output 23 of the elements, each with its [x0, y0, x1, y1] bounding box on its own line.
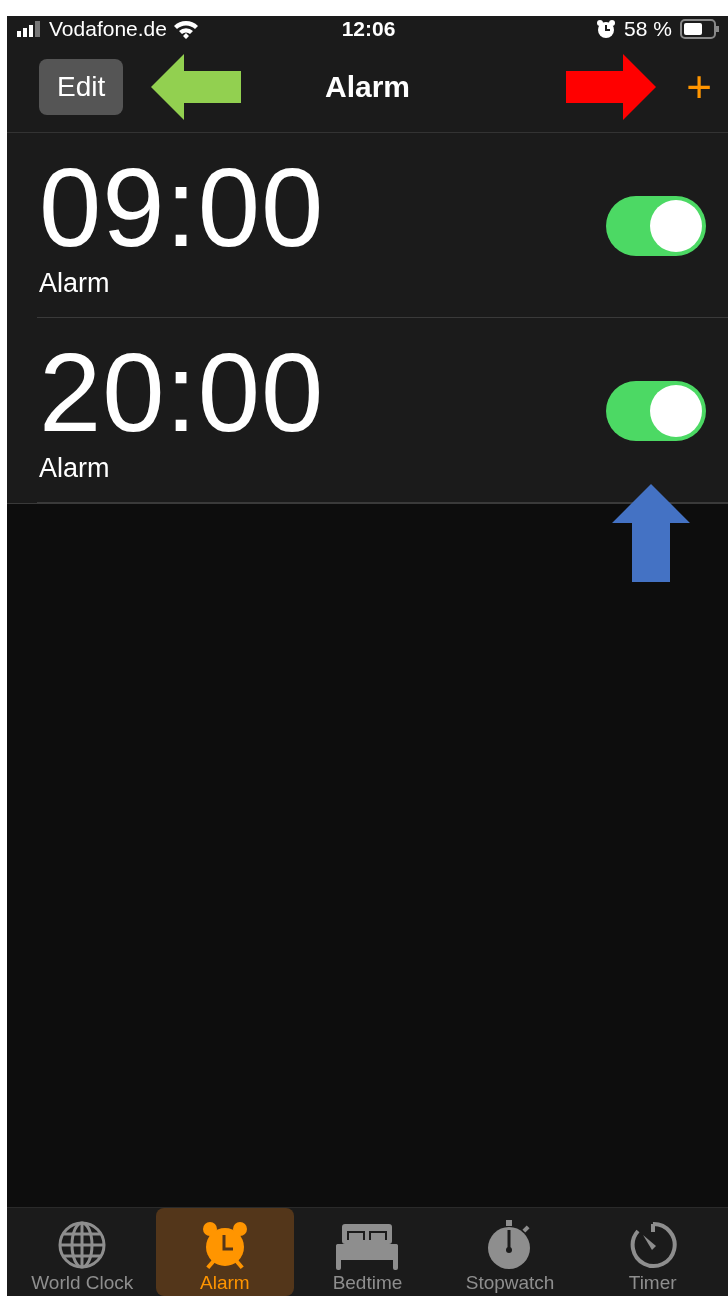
alarm-time: 09:00 — [39, 152, 326, 264]
alarm-label: Alarm — [39, 268, 111, 299]
alarm-label: Alarm — [39, 453, 111, 484]
battery-icon — [680, 19, 720, 39]
signal-icon — [17, 21, 43, 37]
battery-percentage: 58 % — [624, 17, 672, 41]
screen-title: Alarm — [324, 70, 410, 103]
tab-item[interactable]: Alarm — [155, 1208, 294, 1296]
globe-icon — [57, 1220, 108, 1270]
right-arrow-icon — [566, 54, 657, 120]
tab-item[interactable]: Stopwatch — [441, 1208, 580, 1296]
up-arrow-icon — [612, 484, 690, 582]
left-arrow-icon — [151, 54, 242, 120]
edit-button[interactable]: Edit — [39, 59, 124, 115]
status-time: 12:06 — [341, 17, 396, 40]
tab-item[interactable]: Timer — [583, 1208, 722, 1296]
add-button[interactable]: + — [686, 65, 712, 109]
carrier-name: Vodafone.de — [49, 17, 167, 41]
alarm-time: 20:00 — [39, 337, 326, 449]
tab-item[interactable]: World Clock — [13, 1208, 152, 1296]
alarm-clock-icon — [596, 19, 617, 39]
wifi-icon — [172, 19, 199, 39]
tab-item[interactable]: Bedtime — [298, 1208, 437, 1296]
